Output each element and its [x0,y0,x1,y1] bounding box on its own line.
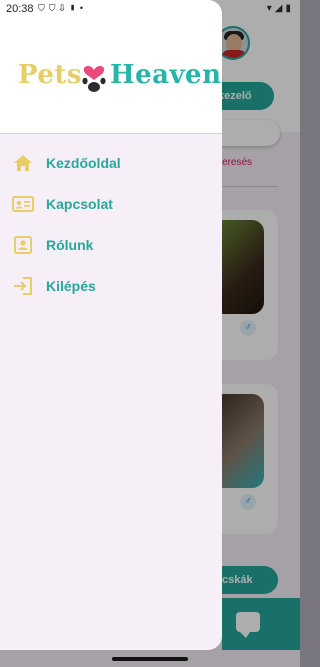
contact-card-icon [12,193,34,215]
shield-icon: ⛉ [48,3,60,13]
status-bar: 20:38 ⛉⛉⇩▮• ▾◢▮ [0,0,300,20]
menu-item-logout[interactable]: Kilépés [0,265,222,306]
battery-icon: ▮ [285,3,294,14]
logo-text-heaven: Heaven [110,60,222,90]
menu-item-about[interactable]: Rólunk [0,224,222,265]
dot-icon: • [79,3,87,13]
menu-item-label: Kilépés [46,277,96,294]
system-icons: ▾◢▮ [267,3,294,14]
logo-text-pets: Pets [18,60,83,90]
drawer-menu: Kezdőoldal Kapcsolat Rólunk Kilépés [0,142,222,306]
notification-icons: ⛉⛉⇩▮• [38,3,87,14]
paw-heart-icon [82,66,106,92]
drawer-header: Pets Heaven [0,0,222,134]
shield-icon: ⛉ [38,3,49,13]
logout-icon [12,275,34,297]
download-icon: ⇩ [59,3,69,13]
menu-item-home[interactable]: Kezdőoldal [0,142,222,183]
menu-item-contact[interactable]: Kapcsolat [0,183,222,224]
menu-item-label: Kapcsolat [46,195,113,212]
account-box-icon [12,234,34,256]
pets-heaven-logo: Pets Heaven [18,60,221,96]
sd-card-icon: ▮ [68,3,80,13]
navigation-drawer: Pets Heaven Kezdőoldal Kapcsolat Rólunk … [0,0,222,650]
wifi-icon: ▾ [266,3,275,14]
signal-icon: ◢ [274,3,286,14]
gesture-bar[interactable] [112,657,188,661]
menu-item-label: Kezdőoldal [46,154,121,171]
home-icon [12,152,34,174]
status-time: 20:38 [6,3,34,15]
menu-item-label: Rólunk [46,236,94,253]
